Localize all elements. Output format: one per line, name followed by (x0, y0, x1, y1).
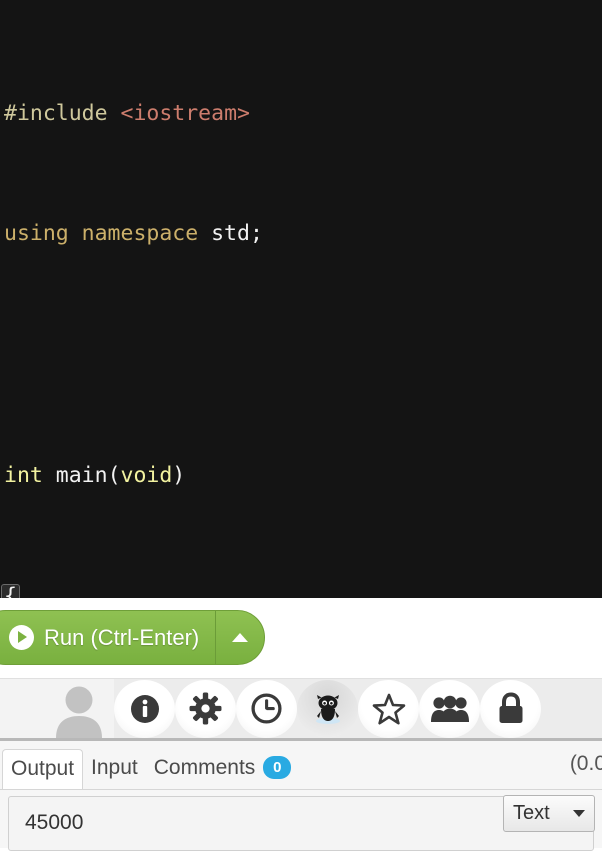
code-editor[interactable]: #include <iostream> using namespace std;… (0, 0, 602, 598)
result-tabs: Output Input Comments 0 (0, 741, 602, 791)
icon-toolbar (0, 678, 602, 739)
github-icon[interactable] (297, 679, 358, 738)
run-options-dropdown[interactable] (216, 611, 264, 664)
tab-comments[interactable]: Comments 0 (146, 748, 300, 790)
play-icon (9, 625, 34, 650)
code-line: #include <iostream> (0, 99, 602, 129)
run-toolbar: Run (Ctrl-Enter) (0, 598, 602, 678)
matching-brace-highlight: { (1, 583, 20, 598)
output-format-select[interactable]: Text (503, 795, 595, 832)
code-line: using namespace std; (0, 219, 602, 249)
token-include-path: <iostream> (120, 100, 250, 126)
lock-icon[interactable] (480, 679, 541, 738)
code-line: { (0, 582, 602, 598)
code-text-area[interactable]: #include <iostream> using namespace std;… (0, 0, 602, 598)
tab-input[interactable]: Input (83, 748, 146, 790)
clock-icon[interactable] (236, 679, 297, 738)
users-icon[interactable] (419, 679, 480, 738)
run-button-group[interactable]: Run (Ctrl-Enter) (0, 610, 266, 665)
comments-count-badge: 0 (263, 756, 292, 779)
token-preprocessor: #include (4, 100, 108, 126)
code-line: int main(void) (0, 461, 602, 491)
token-plain: main( (42, 463, 121, 488)
token-type: int (4, 463, 43, 488)
execution-time-label: (0.0 (569, 752, 602, 775)
info-icon[interactable] (114, 679, 175, 738)
token-keyword: using namespace (4, 221, 199, 247)
tab-input-label: Input (91, 755, 138, 779)
tab-comments-label: Comments (153, 755, 256, 779)
output-pane: 45000 Text (0, 789, 602, 851)
caret-down-icon (573, 810, 585, 817)
tab-output[interactable]: Output (2, 749, 84, 791)
result-tabs-row: Output Input Comments 0 (0.0 (0, 738, 602, 791)
output-value: 45000 (25, 811, 84, 834)
user-avatar-icon[interactable] (50, 680, 108, 738)
run-button[interactable]: Run (Ctrl-Enter) (0, 611, 217, 664)
star-icon[interactable] (358, 679, 419, 738)
gear-icon[interactable] (175, 679, 236, 738)
token-plain: ) (172, 463, 186, 488)
token-type: void (120, 463, 173, 488)
caret-up-icon (232, 633, 249, 642)
run-button-label: Run (Ctrl-Enter) (44, 624, 200, 650)
icon-button-strip (114, 678, 602, 739)
output-format-label: Text (513, 802, 550, 824)
tab-output-label: Output (11, 756, 75, 780)
token-plain: std; (198, 221, 263, 247)
